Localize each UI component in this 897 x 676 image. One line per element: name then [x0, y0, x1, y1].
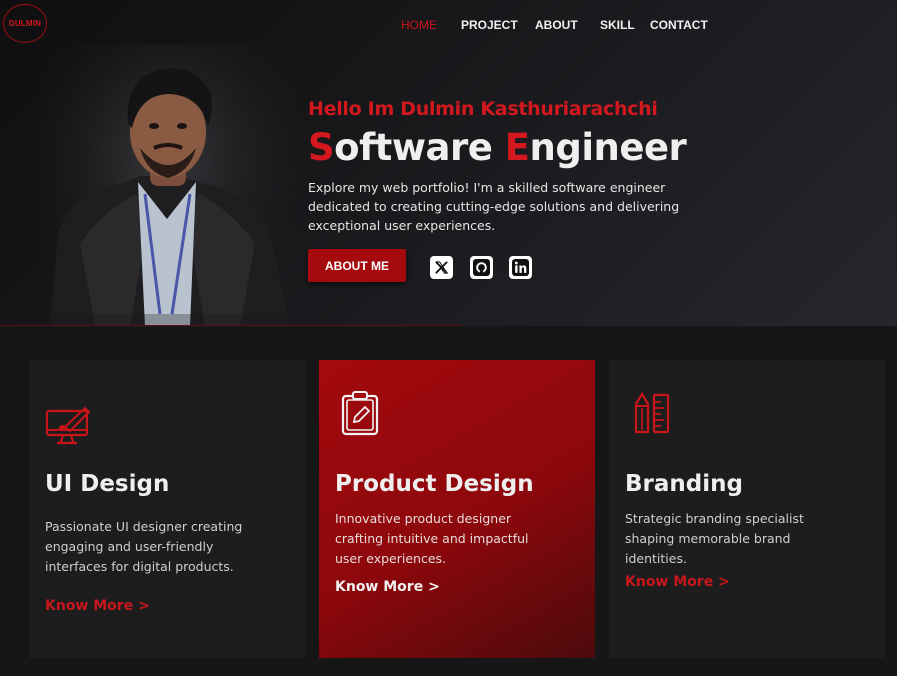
card-description: Passionate UI designer creating engaging… [45, 519, 243, 574]
hero-title: Software Engineer [308, 126, 687, 169]
monitor-brush-icon [45, 406, 91, 445]
know-more-link[interactable]: Know More > [335, 579, 440, 595]
top-navigation: HOME PROJECT ABOUT SKILL CONTACT [0, 18, 897, 38]
linkedin-icon[interactable] [509, 256, 532, 279]
about-me-button[interactable]: ABOUT ME [308, 249, 406, 282]
github-icon[interactable] [470, 256, 493, 279]
nav-home[interactable]: HOME [401, 18, 437, 32]
profile-photo [40, 44, 295, 326]
service-card-product-design: Product Design Innovative product design… [319, 360, 595, 658]
title-first-rest: oftware [334, 126, 505, 169]
clipboard-pen-icon [341, 391, 379, 436]
card-description: Innovative product designer crafting int… [335, 511, 529, 566]
title-first-initial: S [308, 126, 335, 169]
title-second-initial: E [504, 126, 530, 169]
title-second-rest: ngineer [529, 126, 687, 169]
know-more-link[interactable]: Know More > [625, 574, 730, 590]
know-more-link[interactable]: Know More > [45, 598, 150, 614]
nav-skill[interactable]: SKILL [600, 18, 635, 32]
card-description: Strategic branding specialist shaping me… [625, 511, 804, 566]
x-icon[interactable] [430, 256, 453, 279]
card-title: UI Design [45, 471, 170, 497]
nav-project[interactable]: PROJECT [461, 18, 518, 32]
hero-greeting: Hello Im Dulmin Kasthuriarachchi [308, 98, 658, 120]
service-card-ui-design: UI Design Passionate UI designer creatin… [29, 360, 305, 658]
pencil-ruler-icon [634, 392, 670, 434]
hero-description: Explore my web portfolio! I'm a skilled … [308, 180, 680, 233]
card-title: Branding [625, 471, 743, 497]
nav-contact[interactable]: CONTACT [650, 18, 708, 32]
service-card-branding: Branding Strategic branding specialist s… [609, 360, 885, 658]
nav-about[interactable]: ABOUT [535, 18, 578, 32]
card-title: Product Design [335, 471, 534, 497]
